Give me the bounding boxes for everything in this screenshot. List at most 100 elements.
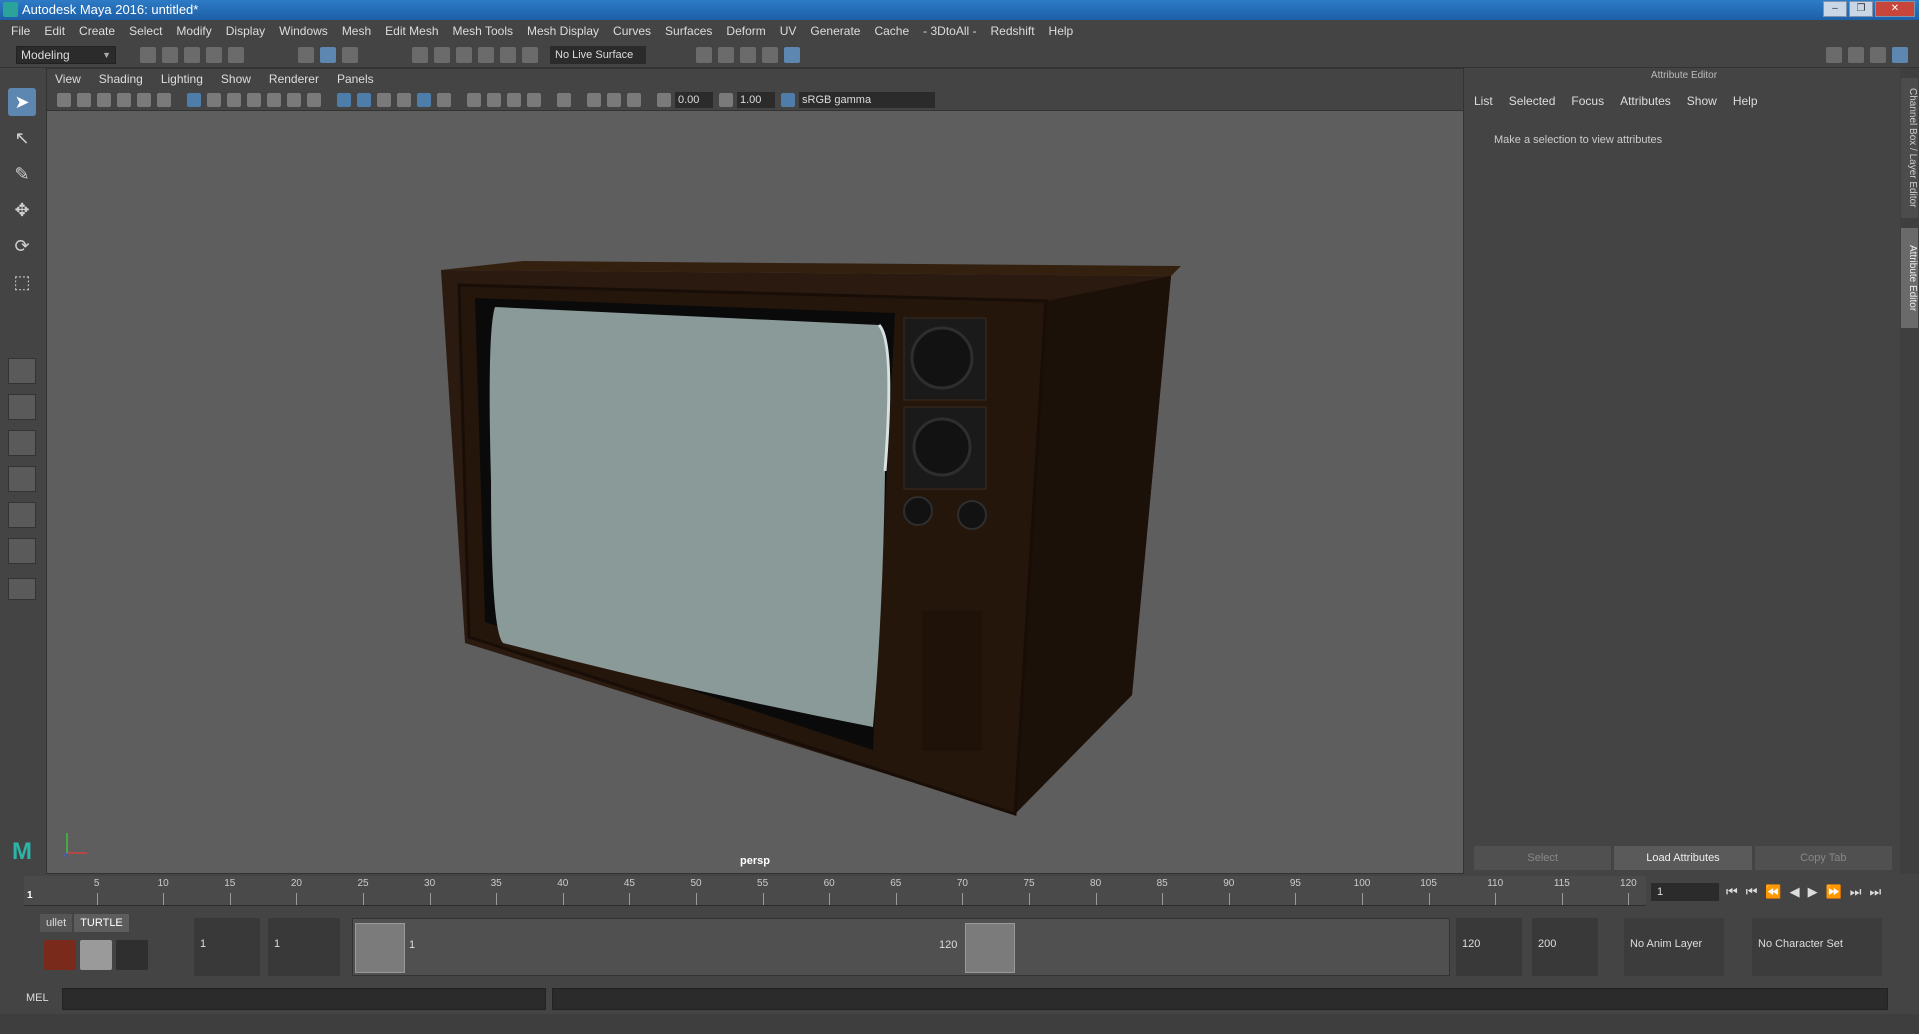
menu-edit-mesh[interactable]: Edit Mesh: [378, 24, 445, 38]
use-all-lights-icon[interactable]: [417, 93, 431, 107]
range-slider[interactable]: 1 120: [352, 918, 1450, 976]
channel-box-toggle-icon[interactable]: [1892, 47, 1908, 63]
ae-menu-list[interactable]: List: [1474, 94, 1493, 108]
ae-load-attributes-button[interactable]: Load Attributes: [1614, 846, 1752, 870]
shader-ball-icon[interactable]: [116, 940, 148, 970]
select-tool-icon[interactable]: ➤: [8, 88, 36, 116]
menu-edit[interactable]: Edit: [37, 24, 72, 38]
ae-copy-tab-button[interactable]: Copy Tab: [1754, 846, 1892, 870]
play-backwards-icon[interactable]: ◀: [1790, 884, 1800, 900]
ae-menu-focus[interactable]: Focus: [1571, 94, 1604, 108]
exposure-field[interactable]: 0.00: [675, 92, 713, 108]
color-management-icon[interactable]: [781, 93, 795, 107]
mel-input[interactable]: [62, 988, 546, 1010]
vp-menu-shading[interactable]: Shading: [99, 72, 143, 86]
graph-persp-layout-icon[interactable]: [8, 538, 36, 564]
menu-file[interactable]: File: [4, 24, 37, 38]
gamma-icon[interactable]: [719, 93, 733, 107]
menu-display[interactable]: Display: [219, 24, 272, 38]
menu-mesh-tools[interactable]: Mesh Tools: [446, 24, 520, 38]
hypershade-icon[interactable]: [784, 47, 800, 63]
paint-select-tool-icon[interactable]: ✎: [8, 160, 36, 188]
snap-live-icon[interactable]: [500, 47, 516, 63]
motion-blur-icon[interactable]: [487, 93, 501, 107]
render-frame-icon[interactable]: [740, 47, 756, 63]
lasso-tool-icon[interactable]: ↖: [8, 124, 36, 152]
play-forwards-icon[interactable]: ▶: [1808, 884, 1818, 900]
anim-layer-select[interactable]: No Anim Layer: [1624, 918, 1724, 976]
vp-menu-panels[interactable]: Panels: [337, 72, 374, 86]
menu-create[interactable]: Create: [72, 24, 122, 38]
modeling-toolkit-icon[interactable]: [1826, 47, 1842, 63]
wireframe-on-shaded-icon[interactable]: [377, 93, 391, 107]
menu-surfaces[interactable]: Surfaces: [658, 24, 719, 38]
menu-help[interactable]: Help: [1042, 24, 1081, 38]
mel-label[interactable]: MEL: [26, 992, 49, 1004]
two-pane-side-layout-icon[interactable]: [8, 430, 36, 456]
ipr-render-icon[interactable]: [762, 47, 778, 63]
safe-action-icon[interactable]: [287, 93, 301, 107]
view-transform-select[interactable]: sRGB gamma: [799, 92, 935, 108]
ae-menu-selected[interactable]: Selected: [1509, 94, 1556, 108]
shadows-icon[interactable]: [437, 93, 451, 107]
select-hierarchy-icon[interactable]: [298, 47, 314, 63]
exposure-icon[interactable]: [657, 93, 671, 107]
menu-modify[interactable]: Modify: [169, 24, 218, 38]
snap-view-plane-icon[interactable]: [478, 47, 494, 63]
shelf-tab-turtle[interactable]: TURTLE: [74, 914, 129, 932]
custom-layout-icon[interactable]: [8, 578, 36, 600]
select-component-icon[interactable]: [342, 47, 358, 63]
smooth-shade-icon[interactable]: [357, 93, 371, 107]
isolate-select-icon[interactable]: [557, 93, 571, 107]
wireframe-icon[interactable]: [337, 93, 351, 107]
move-tool-icon[interactable]: ✥: [8, 196, 36, 224]
snap-projected-icon[interactable]: [522, 47, 538, 63]
xray-components-icon[interactable]: [627, 93, 641, 107]
screen-space-ao-icon[interactable]: [467, 93, 481, 107]
character-set-select[interactable]: No Character Set: [1752, 918, 1882, 976]
menu-cache[interactable]: Cache: [867, 24, 916, 38]
two-d-pan-zoom-icon[interactable]: [137, 93, 151, 107]
step-forward-key-icon[interactable]: ⏭: [1850, 884, 1862, 900]
attribute-editor-toggle-icon[interactable]: [1848, 47, 1864, 63]
maximize-button[interactable]: ❐: [1849, 1, 1873, 17]
render-view-icon[interactable]: [718, 47, 734, 63]
gate-mask-icon[interactable]: [247, 93, 261, 107]
snap-curve-icon[interactable]: [434, 47, 450, 63]
outliner-persp-layout-icon[interactable]: [8, 502, 36, 528]
go-to-start-icon[interactable]: ⏮: [1726, 884, 1738, 900]
undo-icon[interactable]: [206, 47, 222, 63]
image-plane-icon[interactable]: [117, 93, 131, 107]
step-back-key-icon[interactable]: ⏮: [1746, 884, 1758, 900]
scale-tool-icon[interactable]: ⬚: [8, 268, 36, 296]
vp-menu-show[interactable]: Show: [221, 72, 251, 86]
new-scene-icon[interactable]: [140, 47, 156, 63]
go-to-end-icon[interactable]: ⏭: [1869, 884, 1881, 900]
shelf-tab-bullet[interactable]: ullet: [40, 914, 73, 932]
vp-menu-view[interactable]: View: [55, 72, 81, 86]
turtle-render-icon[interactable]: [80, 940, 112, 970]
two-pane-stacked-layout-icon[interactable]: [8, 466, 36, 492]
animation-start-field[interactable]: 1: [194, 918, 260, 976]
open-scene-icon[interactable]: [162, 47, 178, 63]
render-settings-icon[interactable]: [696, 47, 712, 63]
tool-settings-toggle-icon[interactable]: [1870, 47, 1886, 63]
menu-set-select[interactable]: Modeling ▼: [16, 46, 116, 64]
safe-title-icon[interactable]: [307, 93, 321, 107]
vp-menu-lighting[interactable]: Lighting: [161, 72, 203, 86]
step-forward-frame-icon[interactable]: ⏩: [1826, 884, 1842, 900]
live-surface-field[interactable]: No Live Surface: [550, 46, 646, 64]
snap-point-icon[interactable]: [456, 47, 472, 63]
xray-icon[interactable]: [587, 93, 601, 107]
xray-joints-icon[interactable]: [607, 93, 621, 107]
gamma-field[interactable]: 1.00: [737, 92, 775, 108]
single-pane-layout-icon[interactable]: [8, 358, 36, 384]
grease-pencil-icon[interactable]: [157, 93, 171, 107]
bookmarks-icon[interactable]: [97, 93, 111, 107]
step-back-frame-icon[interactable]: ⏪: [1765, 884, 1781, 900]
film-gate-icon[interactable]: [207, 93, 221, 107]
close-button[interactable]: ✕: [1875, 1, 1915, 17]
ae-select-button[interactable]: Select: [1474, 846, 1612, 870]
viewport-scene[interactable]: persp: [47, 111, 1463, 873]
select-object-icon[interactable]: [320, 47, 336, 63]
